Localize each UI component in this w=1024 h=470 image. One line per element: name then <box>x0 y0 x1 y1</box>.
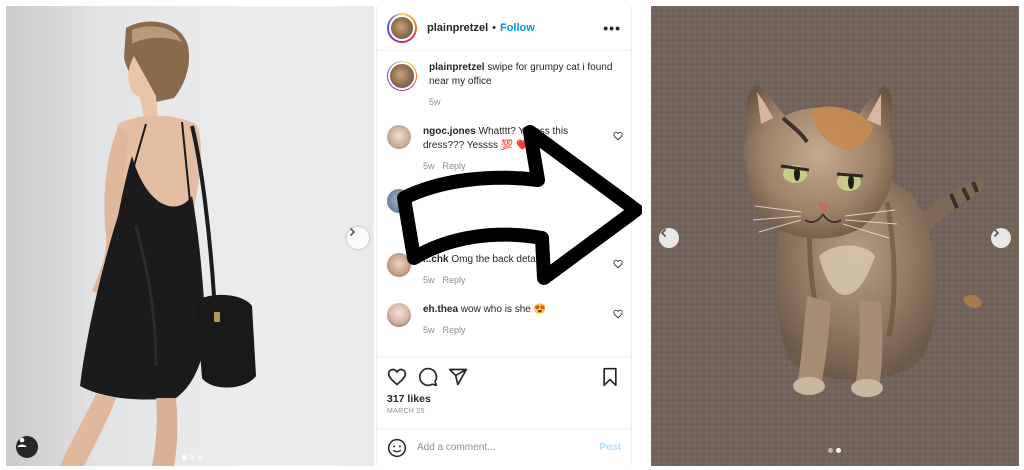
comment-username[interactable]: ngoc.jones <box>423 126 476 137</box>
comment-like-icon[interactable] <box>613 309 623 319</box>
carousel-dot <box>828 448 833 453</box>
caption-time: 5w <box>429 97 441 107</box>
avatar-image <box>389 15 415 41</box>
comment-body: ...chk Omg the back details 😍 5w Reply <box>423 253 603 287</box>
carousel-dots <box>828 448 841 453</box>
comment-time: 5w <box>423 161 435 171</box>
post-caption: plainpretzel swipe for grumpy cat i foun… <box>387 61 623 109</box>
post-date: MARCH 25 <box>387 408 425 415</box>
woman-illustration <box>60 21 256 466</box>
carousel-dot <box>190 455 195 460</box>
comment-meta: 5w Reply <box>423 159 603 173</box>
avatar-image <box>388 62 416 90</box>
bookmark-icon[interactable] <box>601 367 619 387</box>
post-comment-button[interactable]: Post <box>599 442 621 453</box>
likes-count[interactable]: 317 likes <box>387 393 431 405</box>
chevron-right-icon <box>349 227 356 237</box>
add-comment-bar: Post <box>377 428 631 466</box>
comment-time: 5w <box>423 325 435 335</box>
comment-bubble-icon[interactable] <box>418 367 438 387</box>
comment-like-icon[interactable] <box>613 131 623 141</box>
comment-meta: 5w Reply <box>423 323 603 337</box>
chevron-right-icon <box>993 228 1000 238</box>
carousel-dot <box>198 455 203 460</box>
post-header: plainpretzel • Follow ••• <box>377 6 631 51</box>
reply-button[interactable]: Reply <box>443 323 466 337</box>
chevron-left-icon <box>660 228 667 238</box>
comment-time: 5w <box>423 275 435 285</box>
caption-body: plainpretzel swipe for grumpy cat i foun… <box>429 61 623 109</box>
comment-like-icon[interactable] <box>613 259 623 269</box>
comment-item: eh.thea wow who is she 😍 5w Reply <box>387 303 623 337</box>
paper-plane-icon[interactable] <box>448 367 468 387</box>
header-username[interactable]: plainpretzel <box>427 22 488 34</box>
comment-username[interactable]: eh.thea <box>423 304 458 315</box>
reply-button[interactable]: Reply <box>443 159 466 173</box>
comment-body: ngoc.jones Whatttt? Yessss this dress???… <box>423 125 603 173</box>
comment-meta: 5w Reply <box>423 273 603 287</box>
comment-item: ngoc.jones Whatttt? Yessss this dress???… <box>387 125 623 173</box>
user-tag-button[interactable] <box>16 436 38 458</box>
header-separator: • <box>492 22 496 34</box>
comment-item: ...chk Omg the back details 😍 5w Reply <box>387 253 623 287</box>
avatar[interactable] <box>387 13 417 43</box>
heart-icon[interactable] <box>387 367 407 387</box>
comment-item <box>387 189 623 213</box>
comment-body <box>423 189 603 213</box>
cat-illustration <box>651 6 1019 466</box>
carousel-dot <box>836 448 841 453</box>
avatar[interactable] <box>387 125 411 149</box>
follow-button[interactable]: Follow <box>500 22 535 34</box>
comments-section[interactable]: plainpretzel swipe for grumpy cat i foun… <box>377 51 631 349</box>
avatar[interactable] <box>387 61 417 91</box>
avatar[interactable] <box>387 189 411 213</box>
user-tag-icon <box>17 437 27 447</box>
avatar[interactable] <box>387 253 411 277</box>
emoji-button[interactable] <box>387 438 407 458</box>
carousel-prev-button[interactable] <box>659 228 679 248</box>
caption-username[interactable]: plainpretzel <box>429 62 485 73</box>
post-photo-cat <box>651 6 1019 466</box>
reply-button[interactable]: Reply <box>443 273 466 287</box>
carousel-next-button[interactable] <box>347 227 369 249</box>
comment-text: wow who is she 😍 <box>460 304 547 315</box>
comment-body: eh.thea wow who is she 😍 5w Reply <box>423 303 603 337</box>
comment-text: Omg the back details 😍 <box>451 254 561 265</box>
post-detail-panel: plainpretzel • Follow ••• plainpretzel s… <box>376 6 632 466</box>
comment-input[interactable] <box>417 442 587 453</box>
comment-username[interactable]: ...chk <box>423 254 449 265</box>
post-photo-woman <box>6 6 374 466</box>
avatar[interactable] <box>387 303 411 327</box>
post-actions: 317 likes MARCH 25 <box>377 356 631 418</box>
carousel-next-button[interactable] <box>991 228 1011 248</box>
emoji-smile-icon <box>387 438 407 457</box>
carousel-dot <box>182 455 187 460</box>
more-options-button[interactable]: ••• <box>603 20 621 36</box>
carousel-dots <box>182 455 203 460</box>
caption-meta: 5w <box>429 95 623 109</box>
